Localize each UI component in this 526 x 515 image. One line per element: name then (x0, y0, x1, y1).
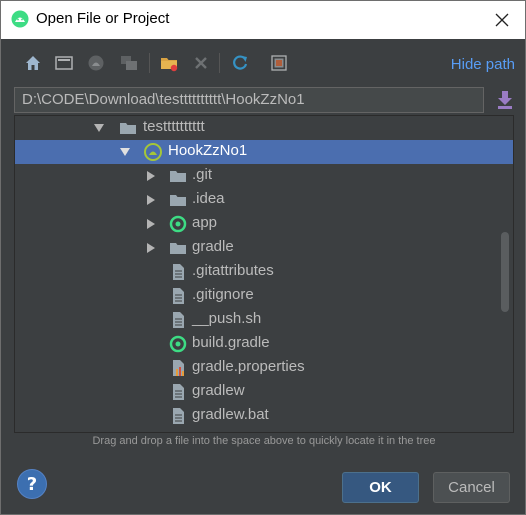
chevron-right-icon (147, 243, 155, 253)
close-icon (495, 13, 509, 27)
tree-item-label: .gitattributes (192, 262, 274, 279)
tree-item[interactable]: .idea (15, 188, 513, 212)
tree-item-label: gradle (192, 238, 234, 255)
delete-icon (195, 57, 207, 69)
desktop-button[interactable] (54, 53, 74, 73)
gradle-module-icon (169, 215, 187, 233)
help-button[interactable]: ? (17, 469, 47, 499)
home-button[interactable] (23, 53, 43, 73)
tree-item-label: __push.sh (192, 310, 262, 327)
toolbar-separator (219, 53, 220, 73)
folder-icon (170, 243, 186, 254)
delete-button[interactable] (191, 53, 211, 73)
hide-path-link[interactable]: Hide path (451, 56, 515, 73)
tree-item[interactable]: .gitattributes (15, 260, 513, 284)
download-button[interactable] (494, 88, 516, 112)
tree-item-label: HookZzNo1 (168, 142, 248, 159)
show-hidden-icon (271, 55, 287, 71)
tree-item[interactable]: app (15, 212, 513, 236)
text-file-icon (173, 288, 184, 304)
tree-item[interactable]: gradle (15, 236, 513, 260)
project-icon (88, 55, 104, 71)
tree-item[interactable]: gradlew.bat (15, 404, 513, 428)
new-folder-button[interactable] (159, 53, 179, 73)
cancel-button[interactable]: Cancel (433, 472, 510, 503)
project-button[interactable] (86, 53, 106, 73)
refresh-button[interactable] (230, 53, 250, 73)
chevron-right-icon (147, 219, 155, 229)
toolbar-separator (149, 53, 150, 73)
folder-icon (170, 171, 186, 182)
new-folder-icon (161, 58, 178, 72)
drag-drop-hint: Drag and drop a file into the space abov… (92, 435, 436, 447)
tree-item[interactable]: testttttttttt (15, 116, 513, 140)
text-file-icon (173, 312, 184, 328)
desktop-icon (55, 56, 73, 70)
tree-item[interactable]: .git (15, 164, 513, 188)
tree-item-label: gradle.properties (192, 358, 305, 375)
tree-item-label: .gitignore (192, 286, 254, 303)
text-file-icon (173, 408, 184, 424)
close-button[interactable] (487, 5, 517, 35)
tree-item-label: .git (192, 166, 213, 183)
android-studio-icon (11, 10, 29, 28)
chevron-down-icon (120, 148, 130, 156)
folder-icon (120, 123, 136, 134)
tree-item-selected[interactable]: HookZzNo1 (15, 140, 513, 164)
home-icon (26, 56, 40, 70)
tree-item-label: gradlew (192, 382, 245, 399)
tree-item-label: gradlew.bat (192, 406, 269, 423)
android-icon (144, 143, 162, 161)
tree-scrollbar[interactable] (501, 232, 509, 312)
open-file-dialog: Open File or Project Hide path D:\CODE\D… (0, 0, 526, 515)
text-file-icon (173, 384, 184, 400)
module-button[interactable] (119, 53, 139, 73)
path-input[interactable]: D:\CODE\Download\testttttttttt\HookZzNo1 (14, 87, 484, 113)
tree-item[interactable]: __push.sh (15, 308, 513, 332)
window-title: Open File or Project (36, 10, 170, 27)
tree-item-label: testttttttttt (143, 118, 205, 135)
tree-item[interactable]: gradlew (15, 380, 513, 404)
tree-item[interactable]: gradle.properties (15, 356, 513, 380)
tree-item-label: build.gradle (192, 334, 270, 351)
download-icon (498, 91, 512, 109)
chevron-right-icon (147, 195, 155, 205)
gradle-file-icon (169, 335, 187, 353)
module-icon (121, 56, 137, 70)
properties-file-icon (173, 360, 184, 376)
chevron-right-icon (147, 171, 155, 181)
tree-item[interactable]: .gitignore (15, 284, 513, 308)
tree-item[interactable]: build.gradle (15, 332, 513, 356)
tree-item-label: app (192, 214, 218, 231)
folder-icon (170, 195, 186, 206)
text-file-icon (173, 264, 184, 280)
chevron-down-icon (94, 124, 104, 132)
toolbar: Hide path (1, 39, 525, 87)
ok-button[interactable]: OK (342, 472, 419, 503)
title-bar: Open File or Project (1, 1, 525, 39)
tree-item-label: .idea (192, 190, 225, 207)
file-tree[interactable]: testttttttttt HookZzNo1 .git .idea app g… (14, 115, 514, 433)
show-hidden-button[interactable] (269, 53, 289, 73)
refresh-icon (233, 55, 248, 70)
